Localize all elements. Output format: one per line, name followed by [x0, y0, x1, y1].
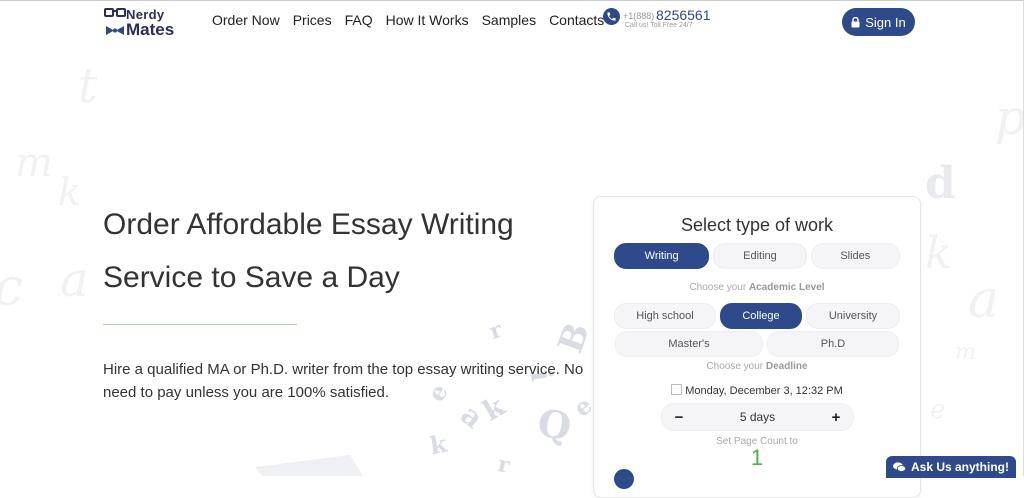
logo-word-2: Mates: [126, 20, 175, 39]
nav-prices[interactable]: Prices: [293, 11, 332, 29]
work-type-writing[interactable]: Writing: [614, 243, 710, 269]
chat-label: Ask Us anything!: [910, 460, 1009, 474]
deadline-date: Monday, December 3, 12:32 PM: [594, 384, 920, 397]
order-form-title: Select type of work: [680, 215, 834, 235]
chat-icon: [892, 461, 906, 472]
page-count-value: 1: [750, 445, 764, 470]
level-college[interactable]: College: [720, 303, 802, 329]
main-nav: Order Now Prices FAQ How It Works Sample…: [212, 11, 617, 29]
page-count-decrease-button[interactable]: [614, 469, 634, 489]
nav-faq[interactable]: FAQ: [345, 11, 373, 29]
nav-samples[interactable]: Samples: [482, 11, 536, 29]
phone-icon: [603, 8, 620, 25]
logo[interactable]: Nerdy Mates: [104, 7, 194, 39]
work-type-editing[interactable]: Editing: [713, 243, 807, 269]
nav-how-it-works[interactable]: How It Works: [386, 11, 469, 29]
nav-order-now[interactable]: Order Now: [212, 11, 280, 29]
order-form-card: Select type of work Writing Editing Slid…: [593, 196, 921, 498]
academic-level-row-2: Master's Ph.D: [614, 331, 900, 357]
phone-prefix: +1(888): [623, 11, 655, 21]
level-masters[interactable]: Master's: [615, 331, 763, 357]
deadline-hint-prefix: Choose your: [706, 361, 764, 372]
sign-in-button[interactable]: Sign In: [842, 8, 915, 36]
nav-contacts[interactable]: Contacts: [549, 11, 604, 29]
academic-level-hint-prefix: Choose your: [689, 282, 747, 293]
deadline-increase-button[interactable]: +: [823, 404, 849, 430]
level-phd[interactable]: Ph.D: [767, 331, 899, 357]
sign-in-label: Sign In: [865, 14, 906, 30]
bowtie-icon: [106, 26, 124, 35]
calendar-icon: [671, 384, 683, 395]
phone-number[interactable]: 8256561: [656, 7, 711, 23]
deadline-stepper: 5 days − +: [661, 403, 854, 431]
glasses-logo-icon: [104, 8, 126, 17]
deadline-decrease-button[interactable]: −: [666, 404, 692, 430]
academic-level-row-1: High school College University: [614, 303, 900, 329]
paper-sheet-decoration: [255, 455, 364, 476]
hero-title: Order Affordable Essay Writing Service t…: [103, 208, 514, 294]
work-type-slides[interactable]: Slides: [810, 243, 900, 269]
chat-widget-button[interactable]: Ask Us anything!: [886, 456, 1016, 478]
phone-subtitle: Call us! Toll Free 24/7: [625, 22, 693, 29]
deadline-hint-bold: Deadline: [765, 361, 808, 372]
deadline-date-text: Monday, December 3, 12:32 PM: [685, 385, 843, 397]
level-university[interactable]: University: [806, 303, 900, 329]
deadline-hint: Choose your Deadline: [594, 361, 920, 372]
hero-subtitle: Hire a qualified MA or Ph.D. writer from…: [103, 361, 584, 401]
hero-divider: [103, 324, 297, 325]
level-high-school[interactable]: High school: [614, 303, 716, 329]
site-header: Nerdy Mates Order Now Prices FAQ How It …: [0, 0, 1024, 44]
academic-level-hint-bold: Academic Level: [748, 282, 825, 293]
academic-level-hint: Choose your Academic Level: [594, 282, 920, 293]
lock-icon: [851, 16, 860, 27]
work-type-selector: Writing Editing Slides: [614, 243, 900, 269]
